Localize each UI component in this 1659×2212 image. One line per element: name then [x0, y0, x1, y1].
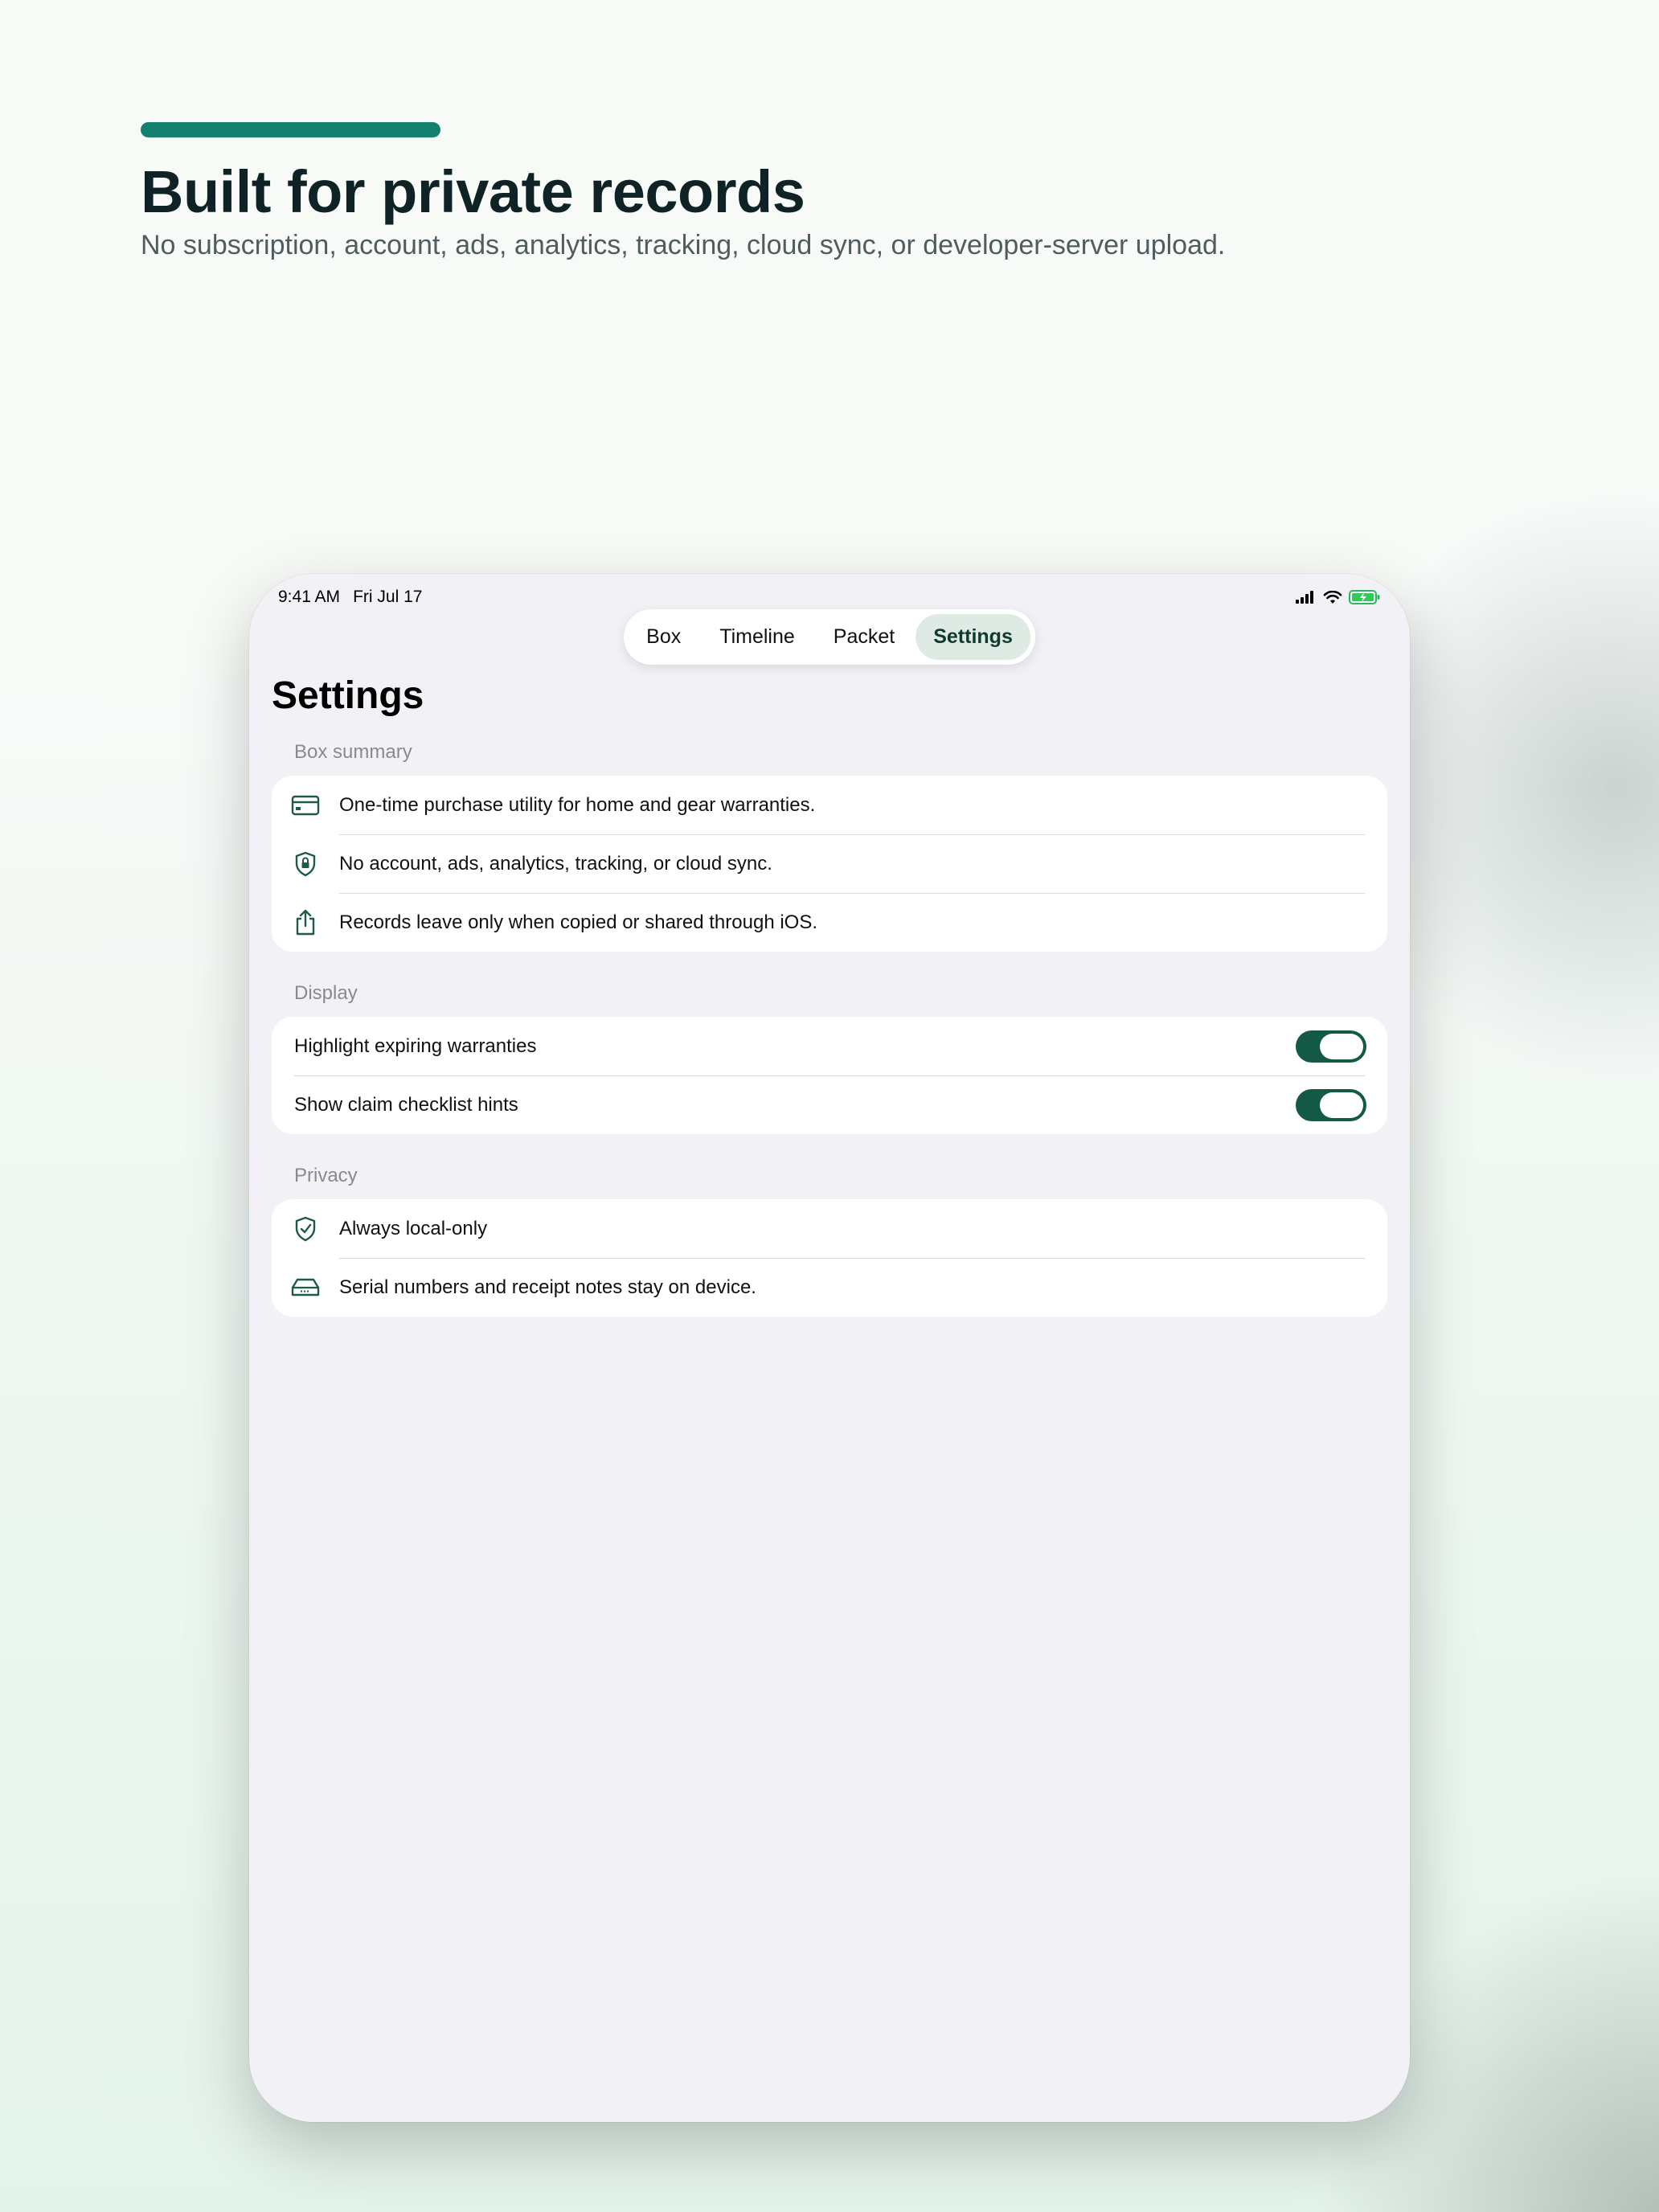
- list-item: No account, ads, analytics, tracking, or…: [272, 834, 1387, 893]
- toggle-knob: [1320, 1034, 1363, 1059]
- status-left: 9:41 AM Fri Jul 17: [278, 588, 435, 607]
- list-item-text: One-time purchase utility for home and g…: [339, 793, 816, 816]
- hero-subtitle: No subscription, account, ads, analytics…: [141, 230, 1226, 260]
- list-item-text: Serial numbers and receipt notes stay on…: [339, 1276, 756, 1298]
- privacy-card: Always local-only Serial numbers and rec…: [272, 1199, 1387, 1317]
- share-icon: [291, 909, 320, 936]
- page-title: Settings: [272, 674, 424, 717]
- tab-settings[interactable]: Settings: [916, 614, 1030, 660]
- list-item-text: No account, ads, analytics, tracking, or…: [339, 852, 772, 875]
- hero-title: Built for private records: [141, 158, 805, 225]
- storage-drive-icon: [291, 1276, 320, 1300]
- section-label-box-summary: Box summary: [294, 741, 412, 763]
- battery-charging-icon: [1349, 590, 1380, 604]
- status-time: 9:41 AM: [278, 588, 341, 606]
- list-item: Records leave only when copied or shared…: [272, 893, 1387, 952]
- wifi-icon: [1323, 590, 1342, 604]
- checkmark-shield-icon: [291, 1216, 320, 1242]
- list-item: Serial numbers and receipt notes stay on…: [272, 1258, 1387, 1317]
- section-label-privacy: Privacy: [294, 1165, 358, 1186]
- status-bar: 9:41 AM Fri Jul 17: [278, 585, 1381, 609]
- segmented-tab-bar: Box Timeline Packet Settings: [624, 609, 1035, 665]
- display-card: Highlight expiring warranties Show claim…: [272, 1017, 1387, 1134]
- credit-card-icon: [291, 793, 320, 817]
- list-item-text: Records leave only when copied or shared…: [339, 911, 818, 933]
- lock-shield-icon: [291, 851, 320, 877]
- cellular-signal-icon: [1296, 591, 1313, 604]
- tablet-device-frame: 9:41 AM Fri Jul 17 Box Timeline Packet S…: [249, 574, 1410, 2122]
- setting-label: Highlight expiring warranties: [294, 1034, 537, 1057]
- claim-hints-toggle[interactable]: [1296, 1089, 1366, 1121]
- tab-packet[interactable]: Packet: [816, 614, 912, 660]
- status-right: [1296, 590, 1381, 604]
- status-date: Fri Jul 17: [353, 588, 423, 606]
- toggle-knob: [1320, 1092, 1363, 1118]
- setting-row-highlight-expiring: Highlight expiring warranties: [272, 1017, 1387, 1075]
- tab-timeline[interactable]: Timeline: [702, 614, 813, 660]
- setting-row-claim-hints: Show claim checklist hints: [272, 1075, 1387, 1134]
- box-summary-card: One-time purchase utility for home and g…: [272, 776, 1387, 952]
- section-label-display: Display: [294, 982, 358, 1004]
- tab-box[interactable]: Box: [629, 614, 698, 660]
- highlight-expiring-toggle[interactable]: [1296, 1030, 1366, 1063]
- list-item-text: Always local-only: [339, 1217, 488, 1239]
- setting-label: Show claim checklist hints: [294, 1093, 518, 1116]
- accent-bar: [141, 122, 440, 137]
- list-item: One-time purchase utility for home and g…: [272, 776, 1387, 834]
- list-item: Always local-only: [272, 1199, 1387, 1258]
